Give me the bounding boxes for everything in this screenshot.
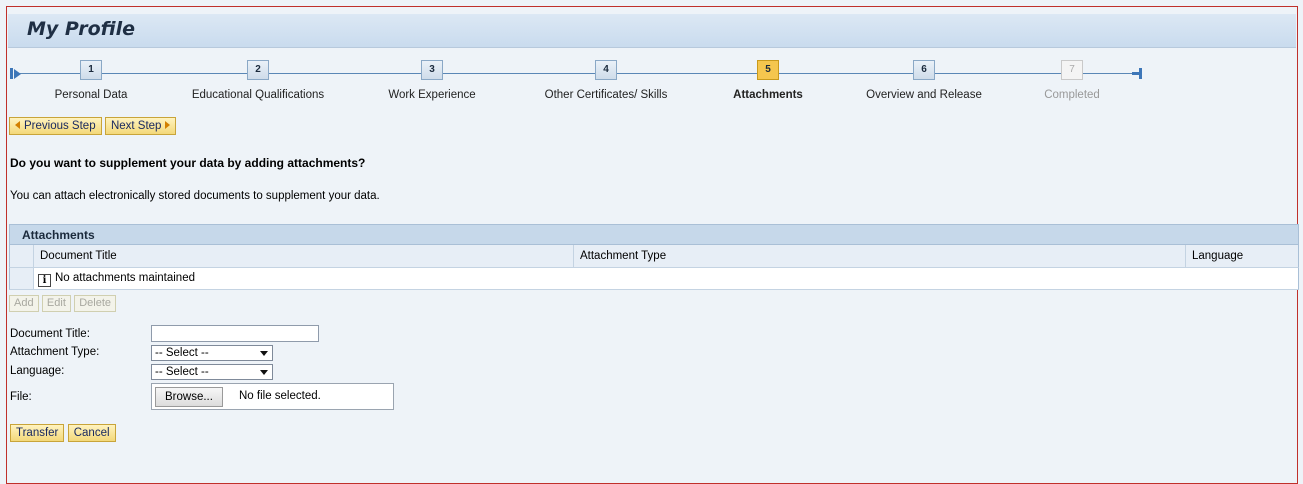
document-title-input[interactable] — [151, 325, 319, 342]
form-actions: Transfer Cancel — [10, 424, 116, 442]
dropdown-arrow-icon — [260, 351, 268, 356]
page-title: My Profile — [27, 18, 136, 40]
column-document-title[interactable]: Document Title — [34, 245, 574, 267]
roadmap-step-work-experience[interactable]: 3 Work Experience — [352, 60, 512, 101]
table-header-row: Document Title Attachment Type Language — [9, 245, 1299, 268]
info-text: You can attach electronically stored doc… — [10, 190, 380, 202]
delete-button[interactable]: Delete — [74, 295, 117, 312]
table-title: Attachments — [9, 224, 1299, 245]
previous-step-label: Previous Step — [24, 120, 96, 132]
title-bar: My Profile — [8, 14, 1296, 48]
row-selector[interactable] — [10, 268, 34, 289]
roadmap-step-attachments[interactable]: 5 Attachments — [688, 60, 848, 101]
step-number: 3 — [421, 60, 443, 80]
transfer-button[interactable]: Transfer — [10, 424, 65, 442]
step-number: 5 — [757, 60, 779, 80]
next-step-label: Next Step — [110, 120, 162, 132]
roadmap-step-completed: 7 Completed — [992, 60, 1152, 101]
step-label: Other Certificates/ Skills — [544, 89, 668, 101]
file-label: File: — [10, 391, 32, 403]
step-label: Attachments — [733, 89, 803, 101]
empty-message: i No attachments maintained — [34, 268, 195, 289]
roadmap: 1 Personal Data 2 Educational Qualificat… — [8, 60, 1298, 110]
previous-step-button[interactable]: Previous Step — [9, 117, 102, 135]
arrow-right-icon — [165, 121, 171, 129]
info-icon: i — [38, 274, 51, 287]
attachment-type-value: -- Select -- — [155, 347, 209, 359]
document-title-label: Document Title: — [10, 328, 90, 340]
add-button[interactable]: Add — [9, 295, 39, 312]
empty-message-text: No attachments maintained — [55, 272, 195, 284]
arrow-left-icon — [15, 121, 20, 129]
step-label: Overview and Release — [866, 89, 982, 101]
table-row: i No attachments maintained — [9, 268, 1299, 290]
step-label: Completed — [1044, 89, 1100, 101]
step-number: 1 — [80, 60, 102, 80]
roadmap-step-overview-and-release[interactable]: 6 Overview and Release — [844, 60, 1004, 101]
column-attachment-type[interactable]: Attachment Type — [574, 245, 1186, 267]
attachments-table: Attachments Document Title Attachment Ty… — [9, 224, 1299, 290]
step-number: 7 — [1061, 60, 1083, 80]
step-navigation: Previous Step Next Step — [9, 117, 177, 135]
attachment-type-select[interactable]: -- Select -- — [151, 345, 273, 361]
column-language[interactable]: Language — [1186, 245, 1298, 267]
file-input[interactable]: Browse... No file selected. — [151, 383, 394, 410]
step-number: 6 — [913, 60, 935, 80]
browse-button[interactable]: Browse... — [155, 387, 223, 407]
step-label: Work Experience — [388, 89, 476, 101]
edit-button[interactable]: Edit — [41, 295, 71, 312]
roadmap-step-educational-qualifications[interactable]: 2 Educational Qualifications — [178, 60, 338, 101]
language-value: -- Select -- — [155, 366, 209, 378]
roadmap-step-other-certificates[interactable]: 4 Other Certificates/ Skills — [526, 60, 686, 101]
file-status: No file selected. — [239, 390, 321, 402]
step-number: 4 — [595, 60, 617, 80]
next-step-button[interactable]: Next Step — [104, 117, 177, 135]
step-label: Personal Data — [54, 89, 128, 101]
dropdown-arrow-icon — [260, 370, 268, 375]
select-all-cell[interactable] — [10, 245, 34, 267]
language-label: Language: — [10, 365, 65, 377]
step-number: 2 — [247, 60, 269, 80]
roadmap-step-personal-data[interactable]: 1 Personal Data — [11, 60, 171, 101]
attachment-type-label: Attachment Type: — [10, 346, 100, 358]
cancel-button[interactable]: Cancel — [67, 424, 116, 442]
table-actions: Add Edit Delete — [9, 295, 117, 312]
language-select[interactable]: -- Select -- — [151, 364, 273, 380]
step-label: Educational Qualifications — [191, 89, 325, 101]
question-text: Do you want to supplement your data by a… — [10, 156, 366, 170]
